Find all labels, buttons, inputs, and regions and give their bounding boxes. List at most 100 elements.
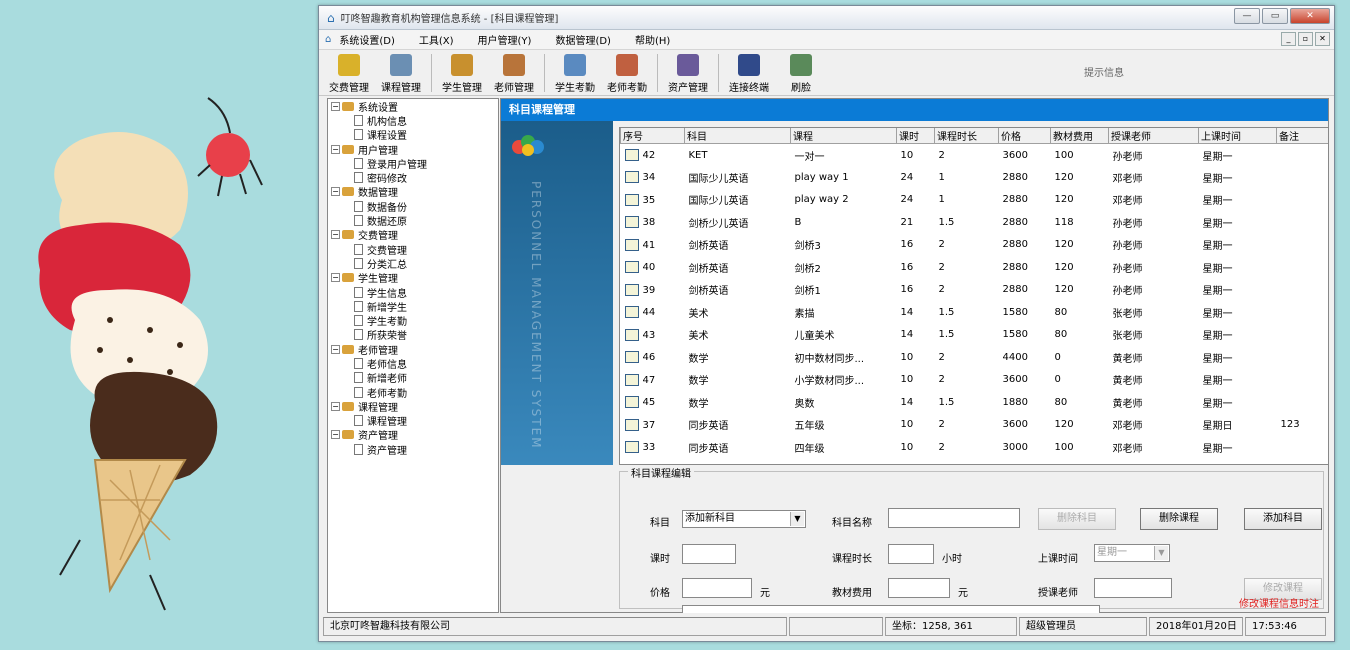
- collapse-icon[interactable]: −: [331, 230, 340, 240]
- menu-data[interactable]: 数据管理(D): [555, 32, 611, 47]
- toolbar-button-5[interactable]: 老师考勤: [601, 52, 653, 94]
- tree-node[interactable]: − 课程管理: [328, 399, 498, 414]
- edit-icon[interactable]: [624, 418, 639, 431]
- collapse-icon[interactable]: −: [331, 273, 340, 283]
- tree-leaf[interactable]: 数据备份: [328, 199, 498, 214]
- tree-leaf[interactable]: 老师考勤: [328, 385, 498, 400]
- toolbar-button-2[interactable]: 学生管理: [436, 52, 488, 94]
- edit-icon[interactable]: [624, 193, 639, 206]
- edit-icon[interactable]: [624, 328, 639, 341]
- hours-input[interactable]: [682, 544, 736, 564]
- subject-select[interactable]: 添加新科目 ▼: [682, 510, 806, 528]
- column-header[interactable]: 课程: [790, 128, 897, 144]
- mdi-close-button[interactable]: ✕: [1315, 32, 1330, 46]
- column-header[interactable]: 课时: [896, 128, 935, 144]
- tree-leaf[interactable]: 课程设置: [328, 128, 498, 142]
- column-header[interactable]: 教材费用: [1050, 128, 1109, 144]
- table-row[interactable]: 46 数学 初中数材同步... 10 2 4400 0 黄老师 星期一: [621, 346, 1329, 369]
- tree-node[interactable]: − 学生管理: [328, 271, 498, 285]
- tree-leaf[interactable]: 学生考勤: [328, 313, 498, 328]
- menu-tools[interactable]: 工具(X): [419, 32, 454, 47]
- table-row[interactable]: 38 剑桥少儿英语 B 21 1.5 2880 118 孙老师 星期一: [621, 211, 1329, 234]
- course-table[interactable]: 序号 科目 课程 课时 课程时长 价格 教材费用 授课老师 上课时间 备注 42 KET 一对一 10 2…: [619, 127, 1329, 465]
- tree-leaf[interactable]: 学生信息: [328, 285, 498, 300]
- table-row[interactable]: 34 国际少儿英语 play way 1 24 1 2880 120 邓老师 星期一: [621, 166, 1329, 189]
- tree-leaf[interactable]: 老师信息: [328, 356, 498, 371]
- time-select[interactable]: 星期一 ▼: [1094, 544, 1170, 562]
- duration-input[interactable]: [888, 544, 934, 564]
- edit-icon[interactable]: [624, 306, 639, 319]
- delete-subject-button[interactable]: 删除科目: [1038, 508, 1116, 530]
- tree-leaf[interactable]: 登录用户管理: [328, 156, 498, 171]
- tree-leaf[interactable]: 数据还原: [328, 213, 498, 228]
- teacher-input[interactable]: [1094, 578, 1172, 598]
- table-row[interactable]: 37 同步英语 五年级 10 2 3600 120 邓老师 星期日 123: [621, 414, 1329, 437]
- edit-icon[interactable]: [624, 149, 639, 161]
- toolbar-button-6[interactable]: 资产管理: [662, 52, 714, 94]
- table-row[interactable]: 47 数学 小学数材同步... 10 2 3600 0 黄老师 星期一: [621, 369, 1329, 392]
- tree-node[interactable]: − 数据管理: [328, 185, 498, 199]
- tree-leaf[interactable]: 机构信息: [328, 113, 498, 128]
- column-header[interactable]: 课程时长: [934, 128, 999, 144]
- tree-leaf[interactable]: 密码修改: [328, 170, 498, 185]
- menu-system[interactable]: 系统设置(D): [339, 32, 395, 47]
- collapse-icon[interactable]: −: [331, 401, 340, 411]
- edit-icon[interactable]: [624, 171, 639, 184]
- tree-leaf[interactable]: 交费管理: [328, 242, 498, 257]
- column-header[interactable]: 授课老师: [1108, 128, 1199, 144]
- price-input[interactable]: [682, 578, 752, 598]
- table-row[interactable]: 43 美术 儿童美术 14 1.5 1580 80 张老师 星期一: [621, 324, 1329, 347]
- delete-course-button[interactable]: 删除课程: [1140, 508, 1218, 530]
- tree-node[interactable]: − 用户管理: [328, 142, 498, 157]
- column-header[interactable]: 备注: [1276, 128, 1328, 144]
- menu-help[interactable]: 帮助(H): [635, 32, 670, 47]
- table-row[interactable]: 40 剑桥英语 剑桥2 16 2 2880 120 孙老师 星期一: [621, 256, 1329, 279]
- toolbar-button-8[interactable]: 刷脸: [775, 52, 827, 94]
- edit-icon[interactable]: [624, 216, 639, 229]
- edit-icon[interactable]: [624, 261, 639, 274]
- add-subject-button[interactable]: 添加科目: [1244, 508, 1322, 530]
- minimize-button[interactable]: —: [1234, 8, 1260, 24]
- toolbar-button-0[interactable]: 交费管理: [323, 52, 375, 94]
- tree-leaf[interactable]: 课程管理: [328, 414, 498, 428]
- subject-name-input[interactable]: [888, 508, 1020, 528]
- toolbar-button-4[interactable]: 学生考勤: [549, 52, 601, 94]
- mdi-minimize-button[interactable]: _: [1281, 32, 1296, 46]
- toolbar-button-3[interactable]: 老师管理: [488, 52, 540, 94]
- collapse-icon[interactable]: −: [331, 144, 340, 154]
- edit-icon[interactable]: [624, 441, 639, 454]
- mdi-restore-button[interactable]: ▫: [1298, 32, 1313, 46]
- table-row[interactable]: 35 国际少儿英语 play way 2 24 1 2880 120 邓老师 星期一: [621, 189, 1329, 212]
- toolbar-button-7[interactable]: 连接终端: [723, 52, 775, 94]
- tree-leaf[interactable]: 新增学生: [328, 299, 498, 314]
- table-row[interactable]: 39 剑桥英语 剑桥1 16 2 2880 120 孙老师 星期一: [621, 279, 1329, 302]
- tree-node[interactable]: − 资产管理: [328, 428, 498, 442]
- table-row[interactable]: 45 数学 奥数 14 1.5 1880 80 黄老师 星期一: [621, 391, 1329, 414]
- collapse-icon[interactable]: −: [331, 101, 340, 111]
- collapse-icon[interactable]: −: [331, 187, 340, 197]
- edit-icon[interactable]: [624, 373, 639, 386]
- tree-leaf[interactable]: 所获荣誉: [328, 328, 498, 342]
- collapse-icon[interactable]: −: [331, 430, 340, 440]
- tree-leaf[interactable]: 资产管理: [328, 442, 498, 457]
- tree-node[interactable]: − 交费管理: [328, 228, 498, 242]
- maximize-button[interactable]: ▭: [1262, 8, 1288, 24]
- tree-node[interactable]: − 老师管理: [328, 342, 498, 357]
- remark-input[interactable]: [682, 605, 1100, 613]
- tree-leaf[interactable]: 分类汇总: [328, 256, 498, 271]
- column-header[interactable]: 科目: [684, 128, 791, 144]
- table-row[interactable]: 41 剑桥英语 剑桥3 16 2 2880 120 孙老师 星期一: [621, 234, 1329, 257]
- column-header[interactable]: 上课时间: [1198, 128, 1277, 144]
- edit-icon[interactable]: [624, 396, 639, 409]
- column-header[interactable]: 序号: [620, 128, 685, 144]
- tree-leaf[interactable]: 新增老师: [328, 371, 498, 385]
- column-header[interactable]: 价格: [998, 128, 1051, 144]
- material-input[interactable]: [888, 578, 950, 598]
- tree-node[interactable]: − 系统设置: [328, 99, 498, 114]
- table-row[interactable]: 33 同步英语 四年级 10 2 3000 100 邓老师 星期一: [621, 436, 1329, 459]
- edit-icon[interactable]: [624, 351, 639, 364]
- collapse-icon[interactable]: −: [331, 344, 340, 354]
- edit-icon[interactable]: [624, 238, 639, 251]
- toolbar-button-1[interactable]: 课程管理: [375, 52, 427, 94]
- table-row[interactable]: 42 KET 一对一 10 2 3600 100 孙老师 星期一: [621, 144, 1329, 167]
